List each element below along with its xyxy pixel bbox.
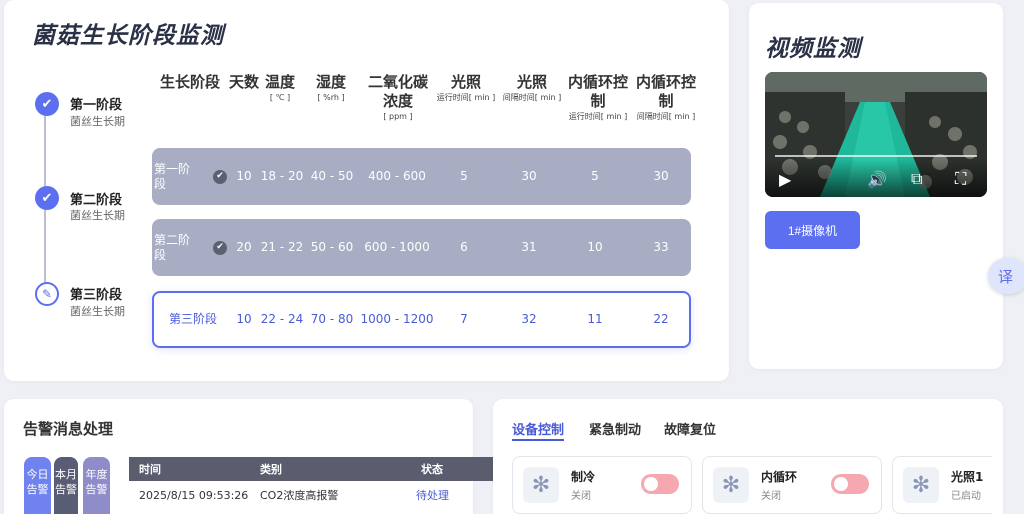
stage-row[interactable]: 第一阶段 ✔ 10 18 - 20 40 - 50 400 - 600 5 30… bbox=[152, 148, 691, 205]
cell-light-run: 5 bbox=[460, 169, 468, 183]
cell-light-gap: 31 bbox=[521, 240, 537, 254]
alarm-panel-title: 告警消息处理 bbox=[23, 420, 114, 438]
tab-emergency-stop[interactable]: 紧急制动 bbox=[589, 419, 641, 438]
fan-icon: ✻ bbox=[713, 467, 749, 503]
header-stage: 生长阶段 bbox=[159, 73, 220, 91]
cell-loop-gap: 33 bbox=[653, 240, 669, 254]
device-name: 内循环 bbox=[761, 470, 798, 484]
check-circle-icon: ✔ bbox=[213, 240, 227, 255]
stage-monitor-panel: 菌菇生长阶段监测 ✔ 第一阶段 菌丝生长期 ✔ 第二阶段 菌丝生长期 ✎ 第三阶… bbox=[4, 0, 729, 381]
fullscreen-icon[interactable]: ⛶ bbox=[955, 169, 966, 189]
alarm-table: 时间 类别 状态 2025/8/15 09:53:26 CO2浓度高报警 待处理 bbox=[129, 457, 500, 514]
cell-humidity: 50 - 60 bbox=[310, 240, 354, 254]
video-monitor-panel: 视频监测 ▶ 🔊 ⧉ ⛶ 1#摄像机 bbox=[749, 3, 1003, 369]
col-time: 时间 bbox=[139, 463, 161, 476]
cell-temperature: 22 - 24 bbox=[260, 312, 304, 326]
cell-loop-gap: 22 bbox=[653, 312, 669, 326]
stage-row[interactable]: 第二阶段 ✔ 20 21 - 22 50 - 60 600 - 1000 6 3… bbox=[152, 219, 691, 276]
device-control-panel: 设备控制 紧急制动 故障复位 ✻ 制冷 关闭 ✻ 内循环 关闭 ✻ 光照1 已启… bbox=[493, 399, 1003, 514]
cell-humidity: 40 - 50 bbox=[310, 169, 354, 183]
cell-loop-run: 10 bbox=[587, 240, 603, 254]
cell-temperature: 18 - 20 bbox=[260, 169, 304, 183]
step-subtitle: 菌丝生长期 bbox=[70, 115, 125, 128]
volume-icon[interactable]: 🔊 bbox=[867, 170, 887, 189]
step-name: 第一阶段 bbox=[70, 98, 123, 113]
cell-time: 2025/8/15 09:53:26 bbox=[139, 488, 249, 502]
device-status: 关闭 bbox=[761, 491, 781, 502]
col-category: 类别 bbox=[260, 463, 282, 476]
header-light-run: 光照 运行时间[ min ] bbox=[436, 73, 496, 102]
step-subtitle: 菌丝生长期 bbox=[70, 305, 125, 318]
play-icon[interactable]: ▶ bbox=[779, 170, 791, 189]
cell-days: 20 bbox=[236, 240, 252, 254]
video-player[interactable]: ▶ 🔊 ⧉ ⛶ bbox=[765, 72, 987, 197]
check-circle-icon: ✔ bbox=[35, 186, 59, 210]
device-card: ✻ 光照1 已启动 bbox=[892, 456, 992, 514]
fan-icon: ✻ bbox=[903, 467, 939, 503]
filter-today-button[interactable]: 今日告警 bbox=[24, 457, 51, 514]
cell-light-run: 6 bbox=[460, 240, 468, 254]
edit-icon[interactable]: ✎ bbox=[35, 282, 59, 306]
step-name: 第三阶段 bbox=[70, 288, 123, 303]
header-loop-gap: 内循环控制 间隔时间[ min ] bbox=[635, 73, 696, 121]
cell-category: CO2浓度高报警 bbox=[260, 489, 339, 502]
video-progress-bar[interactable] bbox=[775, 155, 977, 157]
cell-co2: 1000 - 1200 bbox=[360, 312, 434, 326]
cell-stage: 第一阶段 bbox=[154, 161, 191, 191]
pip-icon[interactable]: ⧉ bbox=[911, 169, 922, 189]
cell-co2: 400 - 600 bbox=[368, 169, 426, 183]
device-card: ✻ 内循环 关闭 bbox=[702, 456, 882, 514]
check-circle-icon: ✔ bbox=[35, 92, 59, 116]
cell-days: 10 bbox=[236, 169, 252, 183]
check-circle-icon: ✔ bbox=[213, 169, 227, 184]
stage-row-active[interactable]: 第三阶段 10 22 - 24 70 - 80 1000 - 1200 7 32… bbox=[152, 291, 691, 348]
alarm-panel: 告警消息处理 今日告警 本月告警 年度告警 时间 类别 状态 2025/8/15… bbox=[4, 399, 500, 514]
step-subtitle: 菌丝生长期 bbox=[70, 209, 125, 222]
header-light-gap: 光照 间隔时间[ min ] bbox=[502, 73, 562, 102]
device-toggle[interactable] bbox=[641, 474, 679, 494]
cell-light-run: 7 bbox=[460, 312, 468, 326]
cell-stage: 第三阶段 bbox=[168, 312, 217, 326]
cell-loop-gap: 30 bbox=[653, 169, 669, 183]
cell-loop-run: 5 bbox=[591, 169, 599, 183]
camera-1-button[interactable]: 1#摄像机 bbox=[765, 211, 860, 249]
header-days: 天数 bbox=[228, 73, 259, 91]
cell-light-gap: 32 bbox=[521, 312, 537, 326]
device-card: ✻ 制冷 关闭 bbox=[512, 456, 692, 514]
cell-co2: 600 - 1000 bbox=[364, 240, 430, 254]
cell-light-gap: 30 bbox=[521, 169, 537, 183]
step-name: 第二阶段 bbox=[70, 193, 123, 208]
filter-year-button[interactable]: 年度告警 bbox=[83, 457, 110, 514]
table-row[interactable]: 2025/8/15 09:53:26 CO2浓度高报警 待处理 bbox=[129, 481, 500, 509]
header-temperature: 温度[ ℃ ] bbox=[264, 73, 295, 102]
cell-loop-run: 11 bbox=[587, 312, 603, 326]
row-check-wrap: ✔ bbox=[210, 219, 230, 276]
fan-icon: ✻ bbox=[523, 467, 559, 503]
video-panel-title: 视频监测 bbox=[765, 36, 861, 62]
stage-panel-title: 菌菇生长阶段监测 bbox=[32, 23, 224, 49]
header-humidity: 湿度[ %rh ] bbox=[315, 73, 346, 102]
alarm-table-header: 时间 类别 状态 bbox=[129, 457, 500, 481]
translate-button[interactable]: 译 bbox=[988, 258, 1024, 294]
cell-status-link[interactable]: 待处理 bbox=[416, 481, 449, 509]
cell-temperature: 21 - 22 bbox=[260, 240, 304, 254]
device-name: 光照1 bbox=[951, 470, 984, 484]
row-check-wrap: ✔ bbox=[210, 148, 230, 205]
tab-device-control[interactable]: 设备控制 bbox=[512, 419, 565, 441]
filter-month-button[interactable]: 本月告警 bbox=[54, 457, 78, 514]
cell-humidity: 70 - 80 bbox=[310, 312, 354, 326]
cell-days: 10 bbox=[236, 312, 252, 326]
device-toggle[interactable] bbox=[831, 474, 869, 494]
device-status: 已启动 bbox=[951, 491, 981, 502]
tab-fault-reset[interactable]: 故障复位 bbox=[664, 419, 716, 438]
device-name: 制冷 bbox=[571, 470, 596, 484]
header-co2: 二氧化碳浓度[ ppm ] bbox=[367, 73, 428, 121]
header-loop-run: 内循环控制 运行时间[ min ] bbox=[567, 73, 628, 121]
device-status: 关闭 bbox=[571, 491, 591, 502]
cell-stage: 第二阶段 bbox=[154, 232, 191, 262]
col-status: 状态 bbox=[421, 463, 443, 476]
